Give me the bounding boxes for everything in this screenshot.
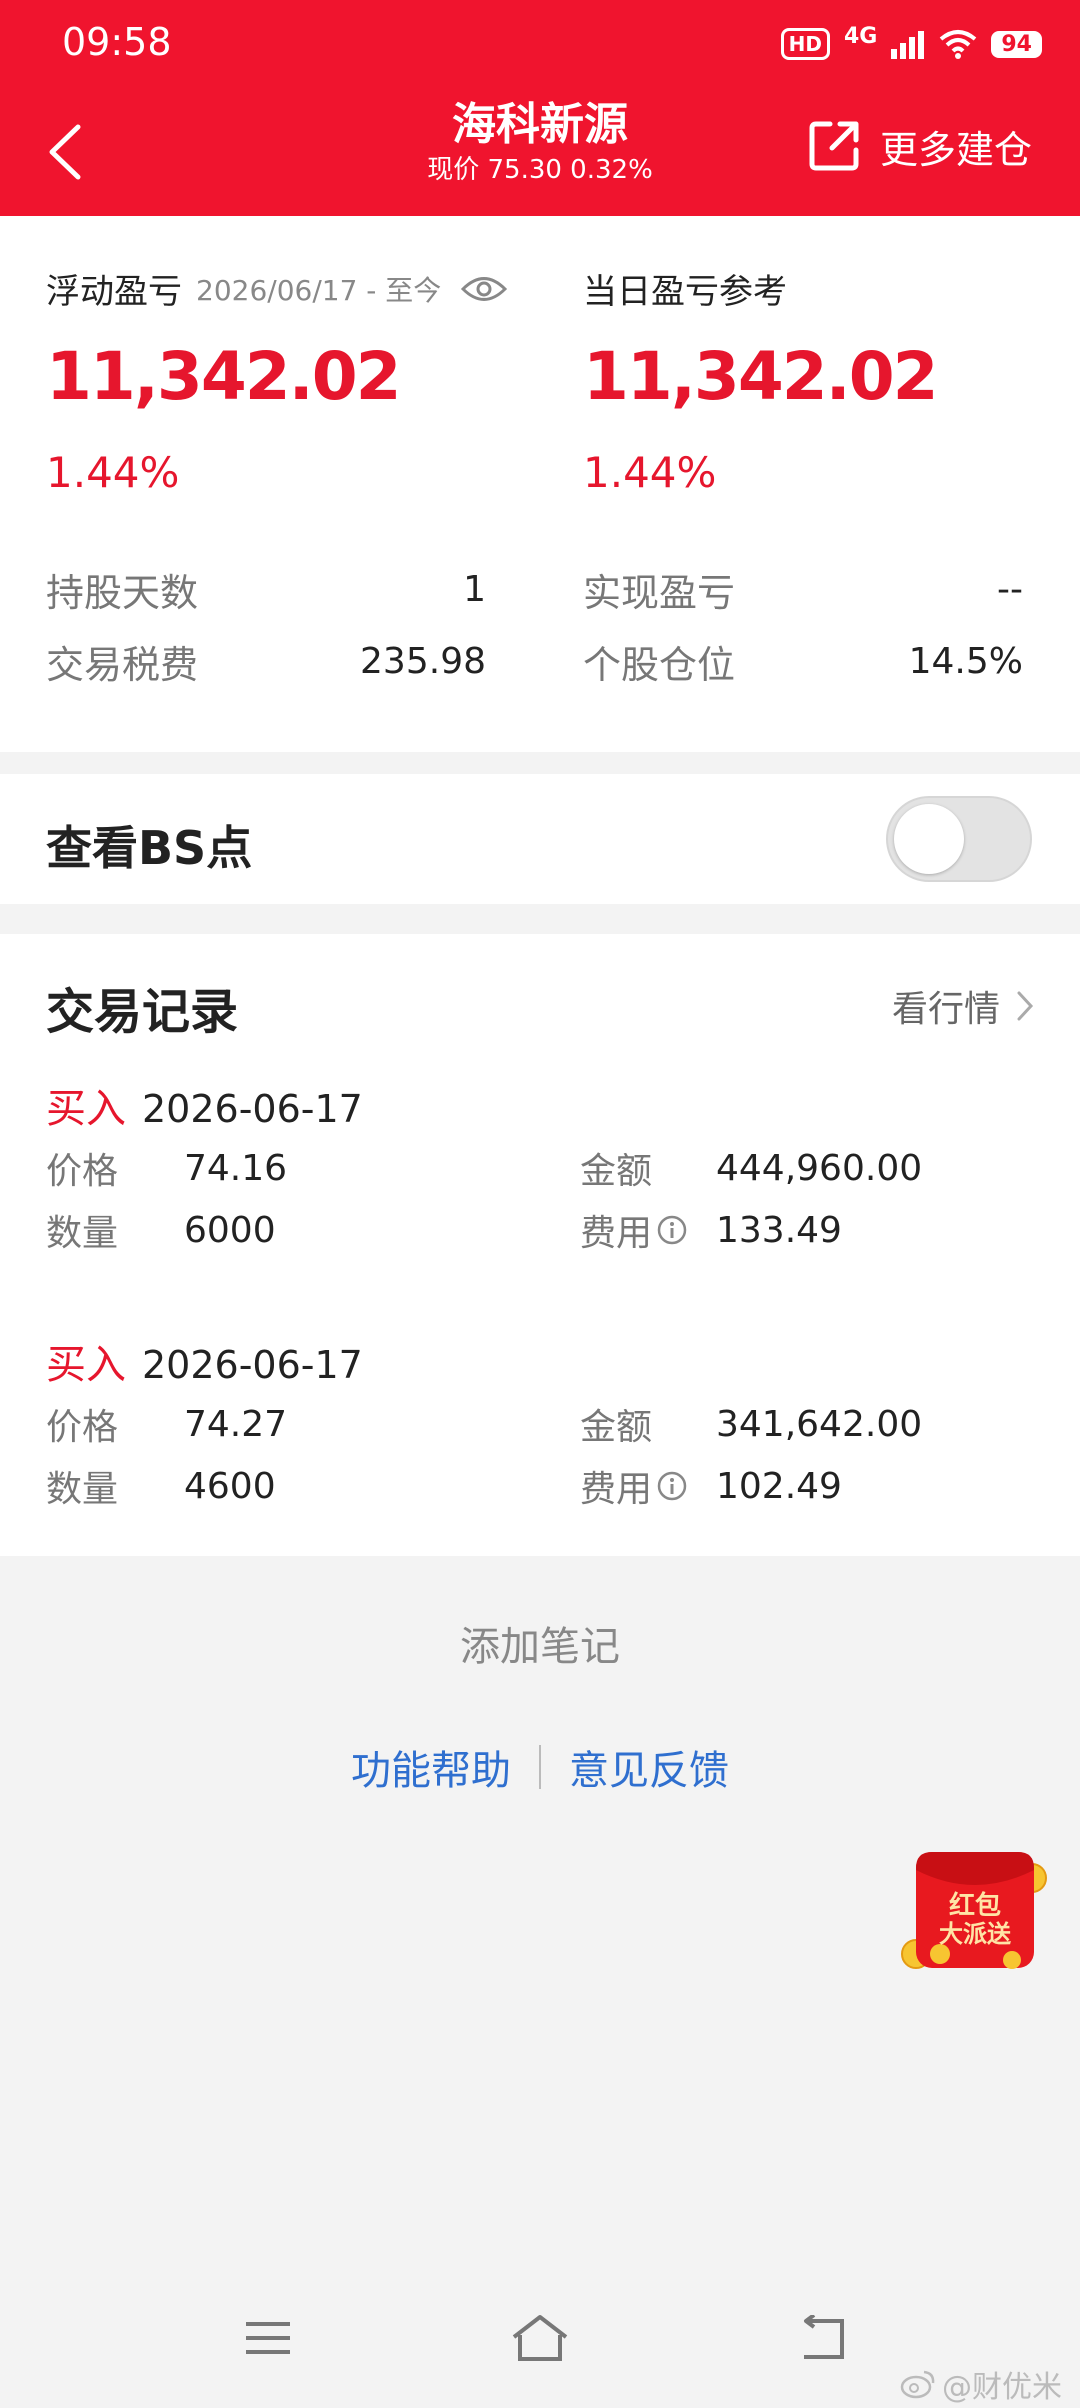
floating-pnl-value: 11,342.02 [46, 338, 402, 415]
battery-icon: 94 [991, 30, 1042, 58]
chevron-right-icon [1017, 991, 1034, 1021]
back-arrow-icon [804, 2315, 844, 2359]
trade-date: 2026-06-17 [142, 1087, 363, 1131]
trade-header: 买入 2026-06-17 [46, 1076, 363, 1134]
trade-date: 2026-06-17 [142, 1343, 363, 1387]
trade-type: 买入 [46, 1086, 126, 1132]
fee-label-wrap[interactable]: 费用 [580, 1460, 688, 1512]
trade-type: 买入 [46, 1342, 126, 1388]
watermark-text: @财优米 [942, 2370, 1062, 2405]
daily-pnl-label: 当日盈亏参考 [583, 272, 787, 312]
bs-points-label: 查看BS点 [46, 821, 253, 875]
fee-value: 102.49 [716, 1465, 842, 1507]
title-block: 海科新源 现价 75.30 0.32% [340, 98, 740, 188]
fee-label: 费用 [580, 1469, 653, 1510]
promo-line2: 大派送 [939, 1920, 1012, 1948]
stat-value: 1 [463, 569, 486, 610]
pnl-summary: 浮动盈亏 2026/06/17 - 至今 11,342.02 1.44% 持股天… [0, 216, 1080, 752]
trade-amount: 金额 341,642.00 [580, 1398, 922, 1450]
signal-icon [891, 31, 925, 59]
stat-label: 持股天数 [46, 571, 199, 615]
feedback-link[interactable]: 意见反馈 [569, 1738, 729, 1796]
promo-line1: 红包 [949, 1890, 1001, 1921]
stat-value: 235.98 [360, 641, 486, 682]
stat-value: 14.5% [908, 641, 1023, 682]
qty-label: 数量 [46, 1213, 119, 1254]
chevron-left-icon [49, 124, 81, 180]
back-nav-button[interactable] [794, 2308, 854, 2368]
view-market-label: 看行情 [891, 989, 1000, 1030]
trade-price: 价格 74.16 [46, 1142, 287, 1194]
amount-label: 金额 [580, 1407, 653, 1448]
app-header: 09:58 HD 4G 94 海科新源 现价 75.30 0.32% 更多建仓 [0, 0, 1080, 216]
amount-value: 444,960.00 [716, 1147, 923, 1189]
stat-row: 个股仓位 14.5% [583, 634, 1023, 689]
stat-label: 个股仓位 [583, 643, 736, 687]
trade-records: 交易记录 看行情 买入 2026-06-17 价格 74.16 数量 6000 … [0, 934, 1080, 1556]
wifi-icon [940, 30, 977, 59]
trade-header: 买入 2026-06-17 [46, 1332, 363, 1390]
trade-qty: 数量 4600 [46, 1460, 276, 1512]
fee-label-wrap[interactable]: 费用 [580, 1204, 688, 1256]
menu-button[interactable] [238, 2308, 298, 2368]
hd-icon: HD [780, 28, 830, 60]
price-label: 价格 [46, 1151, 119, 1192]
bs-points-toggle[interactable] [886, 796, 1032, 882]
daily-pnl-percent: 1.44% [583, 448, 717, 497]
current-price: 现价 75.30 0.32% [427, 155, 653, 185]
floating-pnl-header: 浮动盈亏 2026/06/17 - 至今 [46, 264, 508, 313]
info-icon[interactable] [656, 1470, 688, 1502]
stat-label: 实现盈亏 [583, 571, 736, 615]
fee-value: 133.49 [716, 1209, 842, 1251]
stat-row: 持股天数 1 [46, 562, 486, 617]
qty-value: 4600 [184, 1465, 276, 1507]
link-divider [539, 1745, 541, 1789]
more-position-button[interactable]: 更多建仓 [806, 118, 1032, 174]
home-icon [512, 2315, 568, 2361]
price-value: 74.27 [184, 1403, 288, 1445]
status-icons: HD 4G 94 [780, 20, 1042, 68]
red-packet-promo[interactable]: 红包 大派送 [900, 1842, 1056, 1976]
toggle-knob [894, 804, 964, 874]
watermark: @财优米 [900, 2362, 1062, 2406]
stat-row: 交易税费 235.98 [46, 634, 486, 689]
page-title: 海科新源 [452, 99, 628, 150]
stat-value: -- [997, 569, 1023, 610]
external-link-icon [809, 121, 859, 171]
floating-pnl-percent: 1.44% [46, 448, 180, 497]
trade-price: 价格 74.27 [46, 1398, 287, 1450]
network-label: 4G [844, 23, 878, 49]
trade-records-title: 交易记录 [46, 984, 239, 1040]
trade-amount: 金额 444,960.00 [580, 1142, 922, 1194]
floating-pnl-label: 浮动盈亏 [46, 272, 182, 312]
info-icon[interactable] [656, 1214, 688, 1246]
view-market-link[interactable]: 看行情 [892, 980, 1034, 1032]
amount-value: 341,642.00 [716, 1403, 923, 1445]
stat-label: 交易税费 [46, 643, 199, 687]
bs-points-row: 查看BS点 [0, 774, 1080, 904]
trade-fee: 费用 133.49 [580, 1204, 842, 1256]
price-value: 74.16 [184, 1147, 288, 1189]
footer-links: 功能帮助 意见反馈 [0, 1738, 1080, 1796]
daily-pnl-header: 当日盈亏参考 [583, 264, 787, 313]
fee-label: 费用 [580, 1213, 653, 1254]
trade-qty: 数量 6000 [46, 1204, 276, 1256]
back-button[interactable] [46, 112, 106, 192]
amount-label: 金额 [580, 1151, 653, 1192]
floating-pnl-date: 2026/06/17 - 至今 [196, 273, 442, 307]
menu-icon [246, 2322, 290, 2354]
qty-label: 数量 [46, 1469, 119, 1510]
eye-icon[interactable] [461, 274, 508, 304]
home-button[interactable] [510, 2308, 570, 2368]
add-note-button[interactable]: 添加笔记 [0, 1614, 1080, 1672]
qty-value: 6000 [184, 1209, 276, 1251]
more-position-label: 更多建仓 [879, 127, 1032, 172]
daily-pnl-value: 11,342.02 [583, 338, 939, 415]
stat-row: 实现盈亏 -- [583, 562, 1023, 617]
help-link[interactable]: 功能帮助 [351, 1738, 511, 1796]
price-label: 价格 [46, 1407, 119, 1448]
weibo-icon [900, 2370, 935, 2399]
status-time: 09:58 [62, 20, 172, 64]
trade-fee: 费用 102.49 [580, 1460, 842, 1512]
